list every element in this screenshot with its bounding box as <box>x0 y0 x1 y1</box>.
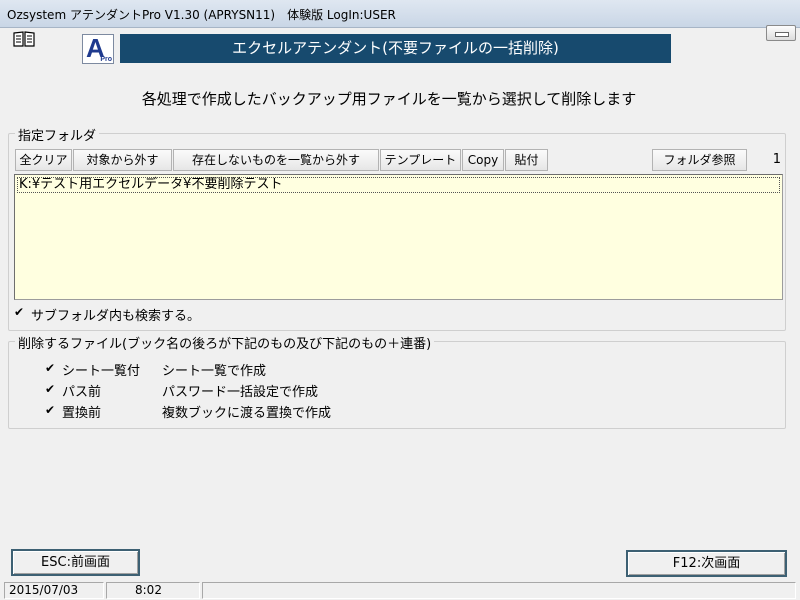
status-time: 8:02 <box>106 582 200 599</box>
browse-folder-button[interactable]: フォルダ参照 <box>652 149 747 171</box>
file-type-checkbox[interactable]: ✔ <box>44 362 56 375</box>
folder-list[interactable]: K:¥テスト用エクセルデータ¥不要削除テスト <box>14 174 783 300</box>
file-type-name: 置換前 <box>62 406 102 421</box>
window-restore-button[interactable] <box>766 25 796 41</box>
delete-files-section: 削除するファイル(ブック名の後ろが下記のもの及び下記のもの＋連番) ✔ シート一… <box>8 333 786 429</box>
file-type-name: シート一覧付 <box>62 364 141 379</box>
window-titlebar: Ozsystem アテンダントPro V1.30 (APRYSN11) 体験版 … <box>0 0 800 28</box>
subfolder-checkbox[interactable]: ✔ <box>13 306 25 319</box>
logo-sub: Pro <box>100 56 112 63</box>
clear-all-button[interactable]: 全クリア <box>15 149 72 171</box>
exclude-button[interactable]: 対象から外す <box>73 149 172 171</box>
description-text: 各処理で作成したバックアップ用ファイルを一覧から選択して削除します <box>141 90 637 108</box>
copy-button[interactable]: Copy <box>462 149 504 171</box>
template-button[interactable]: テンプレート <box>380 149 461 171</box>
f12-next-button[interactable]: F12:次画面 <box>626 550 787 577</box>
folder-section: 指定フォルダ 全クリア 対象から外す 存在しないものを一覧から外す テンプレート… <box>8 125 786 331</box>
folder-list-item[interactable]: K:¥テスト用エクセルデータ¥不要削除テスト <box>17 177 780 193</box>
delete-files-legend: 削除するファイル(ブック名の後ろが下記のもの及び下記のもの＋連番) <box>15 333 435 352</box>
file-type-desc: パスワード一括設定で作成 <box>162 385 319 400</box>
file-type-checkbox[interactable]: ✔ <box>44 404 56 417</box>
window-title: Ozsystem アテンダントPro V1.30 (APRYSN11) 体験版 … <box>7 8 396 22</box>
status-message <box>202 582 796 599</box>
remove-missing-button[interactable]: 存在しないものを一覧から外す <box>173 149 379 171</box>
file-type-checkbox[interactable]: ✔ <box>44 383 56 396</box>
page-description: 各処理で作成したバックアップ用ファイルを一覧から選択して削除します <box>0 88 760 109</box>
file-type-name: パス前 <box>62 385 102 400</box>
book-icon[interactable] <box>12 30 36 48</box>
status-date: 2015/07/03 <box>4 582 104 599</box>
file-type-desc: 複数ブックに渡る置換で作成 <box>162 406 332 421</box>
page-title: エクセルアテンダント(不要ファイルの一括削除) <box>120 34 671 63</box>
esc-back-button[interactable]: ESC:前画面 <box>11 549 140 576</box>
subfolder-label: サブフォルダ内も検索する。 <box>31 309 201 324</box>
paste-button[interactable]: 貼付 <box>505 149 548 171</box>
file-type-desc: シート一覧で作成 <box>162 364 267 379</box>
folder-count: 1 <box>772 152 781 167</box>
status-bar: 2015/07/03 8:02 <box>0 580 800 600</box>
folder-section-legend: 指定フォルダ <box>15 125 100 144</box>
app-logo: A Pro <box>82 33 114 64</box>
